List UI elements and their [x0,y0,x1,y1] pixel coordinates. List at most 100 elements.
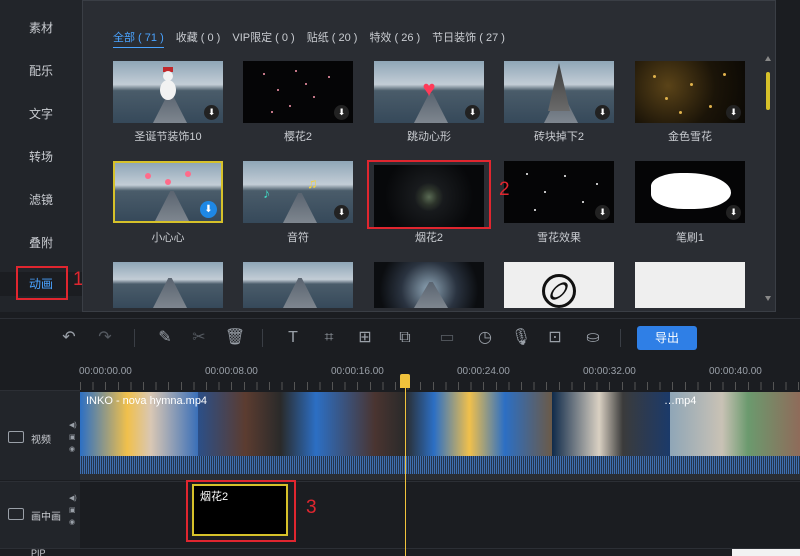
annotation-box-1 [16,266,68,300]
brush-icon [651,173,731,209]
download-icon[interactable]: ⬇ [334,105,349,120]
pencil-icon[interactable]: ✎ [154,327,176,349]
video-track-icon [8,431,24,443]
library-item-christmas-decoration[interactable]: ⬇ [113,61,223,123]
annotation-box-2 [367,160,491,229]
music-note-icon: ♫ [307,175,318,191]
speaker-icon[interactable]: ◀) [69,421,77,430]
library-item-snow-effect[interactable]: ⬇ [504,161,614,223]
pip-track-2 [0,548,800,556]
time-tick: 00:00:24.00 [457,366,510,377]
playhead-handle[interactable] [400,374,410,388]
time-tick: 00:00:32.00 [583,366,636,377]
clip-block[interactable] [732,549,800,556]
library-item-caption: 金色雪花 [668,131,712,143]
time-tick: 00:00:08.00 [205,366,258,377]
download-icon[interactable]: ⬇ [200,201,217,218]
lock-icon[interactable]: ▣ [69,433,76,442]
library-item-gold-snow[interactable]: ⬇ [635,61,745,123]
redo-icon[interactable]: ↷ [94,327,116,349]
tab-vip[interactable]: VIP限定 ( 0 ) [232,29,294,48]
eye-icon[interactable]: ◉ [69,518,75,527]
video-clip-title: …mp4 [664,395,697,407]
zoom-frame-icon[interactable]: ⊞ [354,327,376,349]
time-tick: 00:00:00.00 [79,366,132,377]
lock-icon[interactable]: ▣ [69,506,76,515]
tab-effects[interactable]: 特效 ( 26 ) [369,29,420,48]
eye-icon[interactable]: ◉ [69,445,75,454]
download-icon[interactable]: ⬇ [334,205,349,220]
screen-record-icon[interactable]: ⊡ [544,327,566,349]
library-item-caption: 笔刷1 [675,232,705,244]
library-item-little-hearts[interactable]: ⬇ [113,161,223,223]
tab-stickers[interactable]: 贴纸 ( 20 ) [307,29,358,48]
library-item-caption: 圣诞节装饰10 [134,131,202,143]
delete-icon[interactable]: 🗑 [224,327,246,349]
audio-waveform [80,456,800,474]
tab-all[interactable]: 全部 ( 71 ) [113,29,164,48]
pip-track-header: 画中画 ◀) ▣ ◉ [0,481,80,548]
annotation-number-2: 2 [499,179,510,200]
snowman-icon [160,67,176,107]
download-icon[interactable]: ⬇ [204,105,219,120]
download-icon[interactable]: ⬇ [726,205,741,220]
download-icon[interactable]: ⬇ [726,105,741,120]
annotation-number-3: 3 [306,497,317,518]
export-button[interactable]: 导出 [637,326,697,350]
music-note-icon: ♪ [263,185,270,201]
download-icon[interactable]: ⬇ [595,205,610,220]
sidebar-item-overlay[interactable]: 叠附 [0,231,82,255]
library-item-sakura[interactable]: ⬇ [243,61,353,123]
mosaic-icon[interactable]: ⧉ [394,327,416,349]
sidebar-item-music[interactable]: 配乐 [0,59,82,83]
library-item-caption: 小心心 [151,232,185,244]
heart-icon: ♥ [422,76,436,101]
library-item-caption: 樱花2 [283,131,313,143]
video-track-header: 视频 ◀) ▣ ◉ [0,390,80,480]
download-icon[interactable]: ⬇ [465,105,480,120]
pip-track-2-label: PIP [31,548,46,556]
library-item-caption: 雪花效果 [537,232,581,244]
time-tick: 00:00:16.00 [331,366,384,377]
tab-holiday[interactable]: 节日装饰 ( 27 ) [432,29,505,48]
scroll-down-arrow-icon[interactable] [765,296,771,301]
sidebar-item-filter[interactable]: 滤镜 [0,188,82,212]
edit-toolbar: ↶ ↷ ✎ ✂ 🗑 T ⌗ ⊞ ⧉ ▭ ◷ 🎙 ⊡ ⛀ 导出 [0,318,800,356]
download-icon[interactable]: ⬇ [595,105,610,120]
library-item-brush[interactable]: ⬇ [635,161,745,223]
library-item-bricks-falling[interactable]: ⬇ [504,61,614,123]
video-track-label: 视频 [31,435,51,446]
filter-tabs: 全部 ( 71 ) 收藏 ( 0 ) VIP限定 ( 0 ) 贴纸 ( 20 )… [113,29,517,48]
playhead-line [405,388,406,556]
crop-icon[interactable]: ⌗ [318,327,340,349]
pip-track-icon [8,508,24,520]
speaker-icon[interactable]: ◀) [69,494,77,503]
library-item-row3-4[interactable] [504,262,614,308]
library-item-row3-2[interactable] [243,262,353,308]
pip-track-label: 画中画 [31,512,61,523]
library-item-caption: 砖块掉下2 [533,131,585,143]
annotation-box-3 [186,480,296,542]
library-item-row3-1[interactable] [113,262,223,308]
library-item-caption: 音符 [287,232,309,244]
library-scrollbar[interactable] [766,72,770,110]
undo-icon[interactable]: ↶ [58,327,80,349]
scissors-icon[interactable]: ✂ [188,327,210,349]
sidebar-item-text[interactable]: 文字 [0,102,82,126]
text-tool-icon[interactable]: T [282,327,304,349]
library-item-music-notes[interactable]: ♪ ♫ ⬇ [243,161,353,223]
library-item-caption: 跳动心形 [407,131,451,143]
microphone-icon[interactable]: 🎙 [510,327,532,349]
paint-bucket-icon[interactable]: ⛀ [582,327,604,349]
freeze-frame-icon[interactable]: ▭ [436,327,458,349]
library-item-row3-5[interactable] [635,262,745,308]
bricks-icon [548,63,570,111]
tab-favorites[interactable]: 收藏 ( 0 ) [176,29,221,48]
library-item-row3-3[interactable] [374,262,484,308]
sidebar-item-material[interactable]: 素材 [0,16,82,40]
library-item-caption: 烟花2 [414,232,444,244]
sidebar-item-transition[interactable]: 转场 [0,145,82,169]
scroll-up-arrow-icon[interactable] [765,56,771,61]
clock-icon[interactable]: ◷ [474,327,496,349]
library-item-beating-heart[interactable]: ♥ ⬇ [374,61,484,123]
